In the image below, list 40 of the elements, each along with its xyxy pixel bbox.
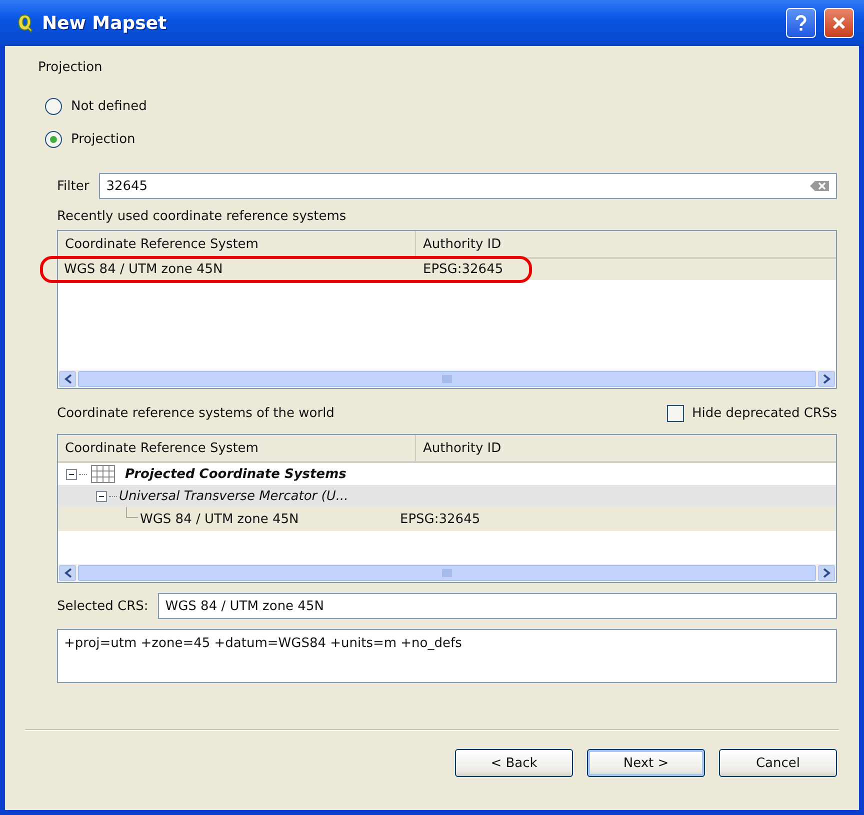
radio-option[interactable]: Not defined [45,96,147,117]
proj-string-box: +proj=utm +zone=45 +datum=WGS84 +units=m +no_defs [57,629,837,683]
hide-deprecated-checkbox[interactable]: Hide deprecated CRSs [666,405,837,422]
window-title: New Mapset [42,12,167,34]
tree-row[interactable]: Universal Transverse Mercator (U... [58,485,836,507]
table-cell-text: WGS 84 / UTM zone 45N [64,262,224,277]
horizontal-scrollbar[interactable] [58,370,836,388]
dialog-button[interactable]: < Back [455,749,573,777]
selected-crs-field[interactable]: WGS 84 / UTM zone 45N [158,593,837,619]
scroll-left-icon [64,374,72,384]
tree-row[interactable]: Projected Coordinate Systems [58,463,836,485]
grip-icon [442,375,452,383]
filter-label: Filter [57,178,90,194]
scroll-right-icon [822,568,830,578]
tree-row[interactable]: WGS 84 / UTM zone 45N EPSG:32645 [58,507,836,531]
table-cell: EPSG:32645 [423,262,504,277]
scroll-left-icon [64,568,72,578]
dialog-button[interactable]: Next > [587,749,705,777]
column-header[interactable]: Authority ID [416,435,502,461]
tree-branch-icon [126,507,138,518]
close-icon [831,15,847,31]
section-caption: Recently used coordinate reference systems [57,209,348,224]
grip-icon [442,569,452,577]
column-header[interactable]: Authority ID [416,231,502,257]
filter-field[interactable]: 32645 [99,173,837,199]
help-button[interactable] [786,8,816,38]
close-button[interactable] [824,8,854,38]
help-icon [794,14,808,32]
section-caption: Coordinate reference systems of the world [57,406,334,421]
scroll-right-icon [822,374,830,384]
column-header[interactable]: Coordinate Reference System [58,435,416,461]
grid-icon [91,465,115,483]
clear-icon [810,180,830,192]
dialog-button[interactable]: Cancel [719,749,837,777]
app-logo-icon [16,13,34,33]
selected-crs-label: Selected CRS: [57,598,148,614]
column-header[interactable]: Coordinate Reference System [58,231,416,257]
horizontal-scrollbar[interactable] [58,564,836,582]
radio-option[interactable]: Projection [45,129,136,150]
section-title: Projection [37,60,104,77]
